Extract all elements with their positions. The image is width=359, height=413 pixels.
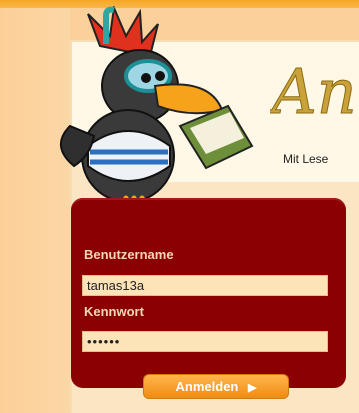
- login-panel: Benutzername tamas13a Kennwort •••••• An…: [71, 198, 346, 399]
- username-label: Benutzername: [84, 247, 174, 262]
- password-label: Kennwort: [84, 304, 144, 319]
- play-triangle-icon: ▶: [248, 382, 257, 394]
- login-button[interactable]: Anmelden ▶: [143, 374, 289, 399]
- login-button-label: Anmelden: [175, 379, 239, 394]
- username-input[interactable]: tamas13a: [82, 275, 328, 296]
- password-input[interactable]: ••••••: [82, 331, 328, 352]
